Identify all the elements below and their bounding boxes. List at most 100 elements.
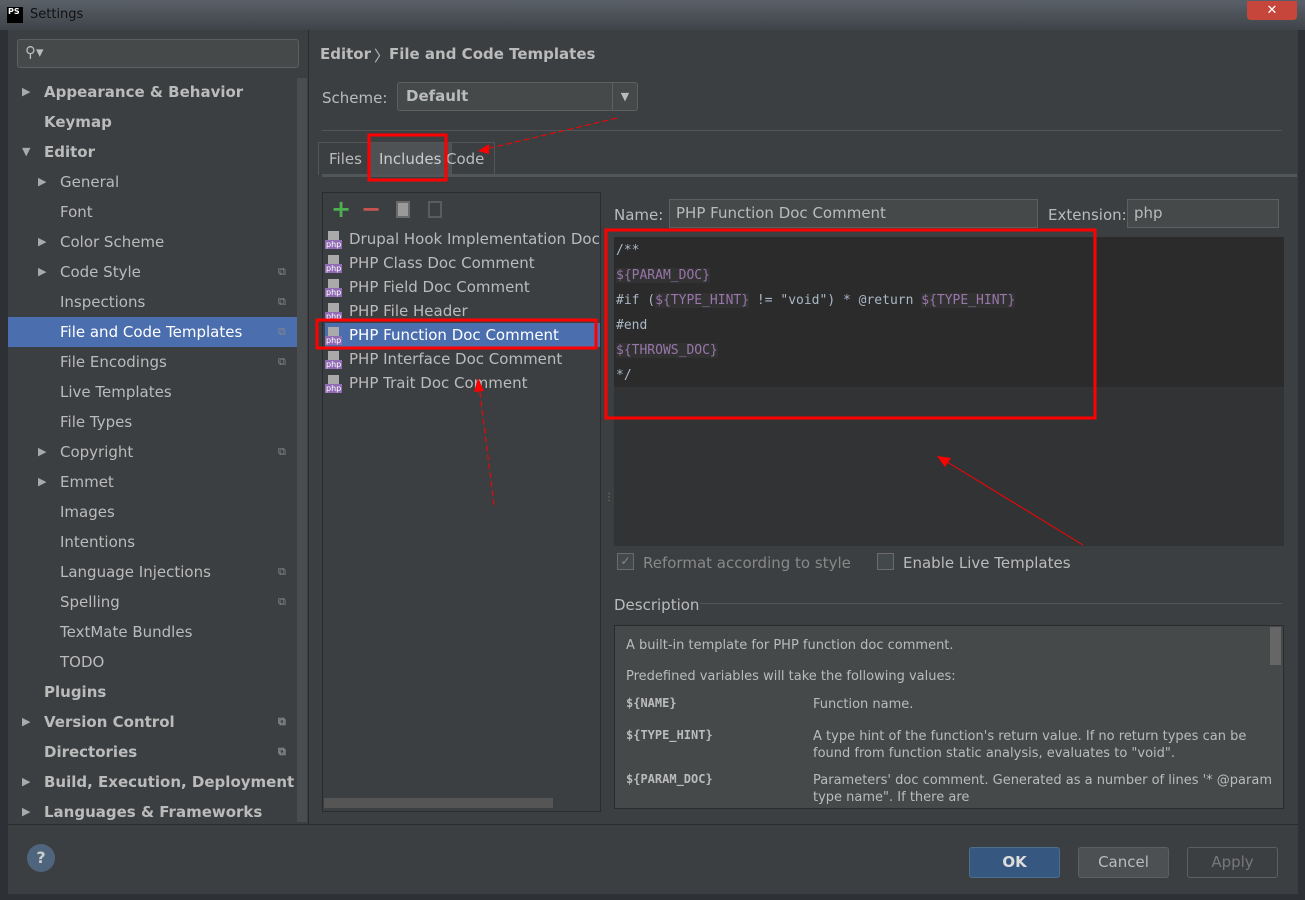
breadcrumb-parent[interactable]: Editor [320, 45, 371, 63]
collapsed-arrow-icon[interactable]: ▶ [38, 437, 46, 467]
sidebar-item-label: Intentions [60, 533, 136, 551]
php-file-icon [325, 254, 343, 273]
template-name: PHP Interface Doc Comment [349, 350, 563, 368]
php-file-icon [325, 350, 343, 369]
code-text: != "void") * @return [749, 293, 922, 308]
sidebar-item-emmet[interactable]: ▶ Emmet [8, 467, 300, 497]
sidebar-item-label: File Encodings [60, 353, 167, 371]
template-code-editor[interactable] [614, 237, 1284, 546]
template-list-item[interactable]: PHP File Header [325, 299, 600, 323]
collapsed-arrow-icon[interactable]: ▶ [38, 257, 46, 287]
description-scrollbar[interactable] [1270, 627, 1281, 665]
add-template-button[interactable]: + [331, 195, 351, 223]
sidebar-item-directories[interactable]: Directories ⧉ [8, 737, 300, 767]
chevron-down-icon[interactable]: ▼ [612, 83, 637, 110]
sidebar-item-code-style[interactable]: ▶ Code Style ⧉ [8, 257, 300, 287]
scheme-select[interactable]: Default ▼ [397, 82, 638, 111]
sidebar-item-file-encodings[interactable]: File Encodings ⧉ [8, 347, 300, 377]
tab-underline [322, 174, 1297, 177]
sidebar-item-build-execution-deployment[interactable]: ▶ Build, Execution, Deployment [8, 767, 300, 797]
reset-template-icon[interactable] [428, 201, 442, 218]
sidebar-item-color-scheme[interactable]: ▶ Color Scheme [8, 227, 300, 257]
sidebar-item-file-types[interactable]: File Types [8, 407, 300, 437]
sidebar-item-general[interactable]: ▶ General [8, 167, 300, 197]
cancel-button[interactable]: Cancel [1078, 847, 1169, 878]
name-label: Name: [614, 206, 664, 224]
sidebar-item-label: Emmet [60, 473, 114, 491]
template-list-item[interactable]: PHP Function Doc Comment [325, 323, 600, 347]
code-line: /** [616, 243, 640, 258]
title-bar: PS Settings ✕ [0, 0, 1305, 30]
tab-code[interactable]: Code [436, 142, 496, 175]
sidebar-item-intentions[interactable]: Intentions [8, 527, 300, 557]
sidebar-item-live-templates[interactable]: Live Templates [8, 377, 300, 407]
settings-search-input[interactable]: ⚲▾ [17, 39, 299, 68]
sidebar-item-textmate-bundles[interactable]: TextMate Bundles [8, 617, 300, 647]
variable-name: ${NAME} [626, 696, 677, 710]
template-list-item[interactable]: PHP Class Doc Comment [325, 251, 600, 275]
template-name: PHP Function Doc Comment [349, 326, 559, 344]
variable-description: Parameters' doc comment. Generated as a … [813, 773, 1272, 805]
extension-input[interactable]: php [1127, 199, 1279, 228]
remove-template-button[interactable]: − [361, 195, 381, 223]
list-horizontal-scrollbar[interactable] [324, 798, 553, 808]
collapsed-arrow-icon[interactable]: ▶ [22, 77, 30, 107]
apply-button[interactable]: Apply [1187, 847, 1278, 878]
reformat-label[interactable]: Reformat according to style [643, 554, 851, 572]
sidebar-item-label: Font [60, 203, 93, 221]
template-name-input[interactable]: PHP Function Doc Comment [669, 199, 1038, 228]
sidebar-item-version-control[interactable]: ▶ Version Control ⧉ [8, 707, 300, 737]
help-button[interactable]: ? [27, 844, 55, 872]
sidebar-item-plugins[interactable]: Plugins [8, 677, 300, 707]
project-scope-icon: ⧉ [278, 295, 286, 308]
collapsed-arrow-icon[interactable]: ▶ [38, 167, 46, 197]
sidebar-item-spelling[interactable]: Spelling ⧉ [8, 587, 300, 617]
sidebar-item-label: File Types [60, 413, 133, 431]
code-directive: #if ( [616, 293, 656, 308]
sidebar-item-label: Plugins [44, 683, 107, 701]
description-label: Description [614, 596, 700, 614]
variable-description: A type hint of the function's return val… [813, 729, 1247, 761]
sidebar-item-language-injections[interactable]: Language Injections ⧉ [8, 557, 300, 587]
sidebar-item-images[interactable]: Images [8, 497, 300, 527]
template-name: PHP Trait Doc Comment [349, 374, 528, 392]
scheme-label: Scheme: [322, 89, 388, 107]
collapsed-arrow-icon[interactable]: ▶ [22, 707, 30, 737]
template-list-item[interactable]: PHP Field Doc Comment [325, 275, 600, 299]
sidebar-item-editor[interactable]: ▼ Editor [8, 137, 300, 167]
expanded-arrow-icon[interactable]: ▼ [22, 137, 30, 167]
collapsed-arrow-icon[interactable]: ▶ [38, 227, 46, 257]
template-name: PHP Class Doc Comment [349, 254, 535, 272]
sidebar-item-label: Live Templates [60, 383, 172, 401]
template-list-item[interactable]: Drupal Hook Implementation Doc Comment [325, 227, 600, 251]
collapsed-arrow-icon[interactable]: ▶ [22, 797, 30, 827]
sidebar-item-label: Directories [44, 743, 138, 761]
live-templates-checkbox[interactable] [877, 553, 894, 570]
sidebar-item-todo[interactable]: TODO [8, 647, 300, 677]
app-logo-icon: PS [7, 7, 23, 23]
sidebar-item-font[interactable]: Font [8, 197, 300, 227]
tab-files[interactable]: Files [318, 142, 373, 175]
close-window-button[interactable]: ✕ [1247, 1, 1297, 20]
ok-button[interactable]: OK [969, 847, 1060, 878]
divider [8, 824, 1298, 825]
sidebar-item-inspections[interactable]: Inspections ⧉ [8, 287, 300, 317]
sidebar-item-label: Build, Execution, Deployment [44, 773, 295, 791]
sidebar-item-copyright[interactable]: ▶ Copyright ⧉ [8, 437, 300, 467]
live-templates-label[interactable]: Enable Live Templates [903, 554, 1071, 572]
collapsed-arrow-icon[interactable]: ▶ [22, 767, 30, 797]
template-list-item[interactable]: PHP Interface Doc Comment [325, 347, 600, 371]
copy-template-icon[interactable] [396, 201, 410, 218]
php-file-icon [325, 302, 343, 321]
variable-name: ${TYPE_HINT} [626, 728, 713, 742]
collapsed-arrow-icon[interactable]: ▶ [38, 467, 46, 497]
sidebar-scrollbar[interactable] [297, 78, 307, 822]
sidebar-item-file-and-code-templates[interactable]: File and Code Templates ⧉ [8, 317, 300, 347]
sidebar-item-languages-frameworks[interactable]: ▶ Languages & Frameworks [8, 797, 300, 827]
sidebar-item-keymap[interactable]: Keymap [8, 107, 300, 137]
reformat-checkbox[interactable]: ✓ [617, 553, 634, 570]
splitter-handle-icon[interactable]: ⋮ [604, 492, 614, 503]
template-list-item[interactable]: PHP Trait Doc Comment [325, 371, 600, 395]
sidebar-item-appearance-behavior[interactable]: ▶ Appearance & Behavior [8, 77, 300, 107]
sidebar-item-label: Keymap [44, 113, 112, 131]
